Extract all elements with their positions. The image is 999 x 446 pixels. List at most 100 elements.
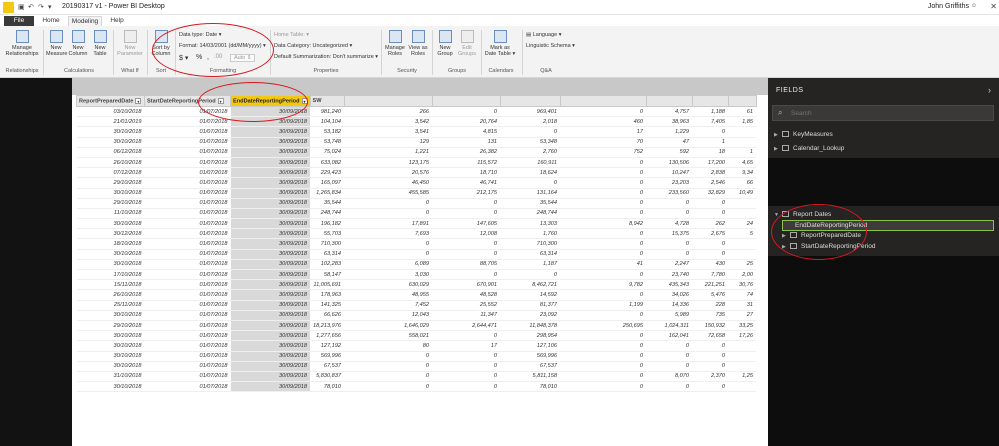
table-cell[interactable]: 10,49 (728, 188, 757, 199)
table-cell[interactable]: 160,911 (500, 157, 561, 169)
table-cell[interactable]: 250,695 (560, 320, 647, 332)
table-cell[interactable]: 0 (560, 106, 647, 118)
table-cell[interactable]: 01/07/2018 (144, 208, 231, 220)
table-cell[interactable]: 30/09/2018 (230, 351, 311, 362)
table-cell[interactable]: 248,744 (310, 208, 345, 220)
table-cell[interactable]: 53,182 (310, 126, 345, 138)
table-cell[interactable]: 2,838 (692, 167, 729, 179)
table-cell[interactable]: 3,030 (344, 269, 433, 281)
table-cell[interactable]: 18,710 (432, 167, 501, 179)
table-cell[interactable]: 18,213,976 (310, 320, 345, 332)
undo-icon[interactable]: ↶ (28, 3, 34, 11)
table-cell[interactable]: 0 (432, 249, 501, 260)
table-cell[interactable]: 0 (560, 208, 647, 220)
table-cell[interactable]: 141,325 (310, 300, 345, 311)
table-cell[interactable]: 130,506 (646, 157, 693, 169)
table-cell[interactable]: 30/10/2018 (76, 310, 145, 321)
percent-button[interactable]: % (196, 54, 202, 61)
table-cell[interactable]: 30/10/2018 (76, 188, 145, 199)
table-cell[interactable]: 0 (646, 351, 693, 362)
table-cell[interactable]: 67,537 (310, 361, 345, 372)
table-cell[interactable]: 17/10/2018 (76, 269, 145, 281)
table-cell[interactable]: 569,996 (500, 351, 561, 362)
user-avatar-icon[interactable]: ☺ (971, 3, 977, 9)
table-cell[interactable]: 633,082 (310, 157, 345, 169)
window-close-icon[interactable]: ✕ (990, 2, 997, 11)
table-cell[interactable]: 7,405 (692, 116, 729, 128)
table-cell[interactable]: 01/07/2018 (144, 126, 231, 138)
table-cell[interactable]: 127,106 (500, 340, 561, 352)
table-cell[interactable]: 104,104 (310, 116, 345, 128)
table-cell[interactable]: 1,229 (646, 126, 693, 138)
expand-icon[interactable]: ▶ (782, 233, 790, 239)
table-cell[interactable]: 2,675 (692, 228, 729, 240)
table-row[interactable]: 30/12/2018 01/07/2018 30/09/2018 55,703 7,69… (76, 228, 757, 240)
table-cell[interactable]: 30/09/2018 (230, 208, 311, 220)
table-cell[interactable]: 0 (344, 198, 433, 209)
table-cell[interactable]: 0 (560, 310, 647, 321)
tab-help[interactable]: Help (106, 16, 128, 26)
table-cell[interactable]: 24 (728, 218, 757, 230)
tab-home[interactable]: Home (38, 16, 64, 26)
table-row[interactable]: 31/10/2018 01/07/2018 30/09/2018 5,830,837 0… (76, 371, 757, 383)
table-cell[interactable]: 29/10/2018 (76, 198, 145, 209)
table-cell[interactable]: 0 (560, 361, 647, 372)
table-cell[interactable]: 33,25 (728, 320, 757, 332)
table-row[interactable]: 30/10/2018 01/07/2018 30/09/2018 67,537 0 0 67… (76, 361, 757, 372)
table-cell[interactable]: 30/09/2018 (230, 126, 311, 138)
table-cell[interactable]: 0 (344, 351, 433, 362)
table-cell[interactable]: 229,423 (310, 167, 345, 179)
column-header[interactable] (727, 95, 757, 107)
table-cell[interactable]: 01/07/2018 (144, 269, 231, 281)
table-cell[interactable]: 01/07/2018 (144, 340, 231, 352)
view-as-roles-button[interactable]: View as Roles (407, 30, 429, 57)
table-cell[interactable]: 592 (646, 147, 693, 158)
table-cell[interactable]: 63,314 (310, 249, 345, 260)
table-cell[interactable]: 30/09/2018 (230, 116, 311, 128)
table-cell[interactable]: 0 (560, 188, 647, 199)
table-row[interactable]: 26/10/2018 01/07/2018 30/09/2018 633,082 123… (76, 157, 757, 169)
table-cell[interactable]: 460 (560, 116, 647, 128)
table-cell[interactable]: 01/07/2018 (144, 351, 231, 362)
table-cell[interactable]: 5,476 (692, 289, 729, 301)
table-cell[interactable]: 1,760 (500, 228, 561, 240)
table-cell[interactable]: 29/10/2018 (76, 320, 145, 332)
table-cell[interactable]: 75,024 (310, 147, 345, 158)
table-cell[interactable] (728, 198, 757, 209)
table-cell[interactable]: 0 (646, 249, 693, 260)
table-cell[interactable]: 0 (646, 208, 693, 220)
table-cell[interactable]: 18 (692, 147, 729, 158)
table-cell[interactable]: 48,528 (432, 289, 501, 301)
table-cell[interactable]: 14,336 (646, 300, 693, 311)
table-cell[interactable]: 06/12/2018 (76, 147, 145, 158)
table-cell[interactable]: 30/09/2018 (230, 330, 311, 342)
table-cell[interactable]: 10,247 (646, 167, 693, 179)
quick-access-dropdown-icon[interactable]: ▾ (48, 3, 52, 11)
field-table-calendar-lookup[interactable]: ▶ Calendar_Lookup (774, 145, 844, 152)
table-cell[interactable]: 46,741 (432, 177, 501, 189)
table-cell[interactable]: 01/07/2018 (144, 289, 231, 301)
table-cell[interactable]: 4,728 (646, 218, 693, 230)
table-cell[interactable]: 298,954 (500, 330, 561, 342)
table-cell[interactable]: 1,85 (728, 116, 757, 128)
table-cell[interactable]: 1,187 (500, 259, 561, 271)
table-cell[interactable]: 0 (432, 361, 501, 372)
table-cell[interactable]: 0 (344, 249, 433, 260)
table-cell[interactable]: 11,848,378 (500, 320, 561, 332)
table-cell[interactable]: 30,76 (728, 279, 757, 291)
table-cell[interactable]: 0 (432, 208, 501, 220)
table-cell[interactable]: 1,277,656 (310, 330, 345, 342)
collapse-icon[interactable]: ▼ (774, 212, 782, 218)
table-cell[interactable]: 01/07/2018 (144, 188, 231, 199)
table-row[interactable]: 30/10/2018 01/07/2018 30/09/2018 66,626 12,0… (76, 310, 757, 321)
table-cell[interactable] (728, 351, 757, 362)
table-cell[interactable]: 01/07/2018 (144, 330, 231, 342)
field-report-prepared-date[interactable]: ▶ ReportPreparedDate (782, 232, 861, 239)
sort-by-column-button[interactable]: Sort by Column (150, 30, 172, 57)
table-cell[interactable]: 0 (646, 381, 693, 393)
column-header[interactable] (343, 95, 433, 107)
table-cell[interactable]: 12,008 (432, 228, 501, 240)
manage-relationships-button[interactable]: Manage Relationships (4, 30, 40, 57)
table-cell[interactable]: 46,450 (344, 177, 433, 189)
table-cell[interactable]: 20,576 (344, 167, 433, 179)
